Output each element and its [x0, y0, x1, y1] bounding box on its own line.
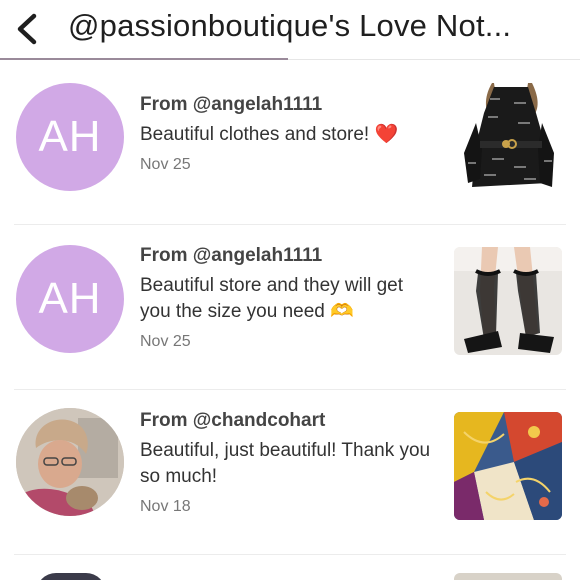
page-title: @passionboutique's Love Not...	[68, 8, 512, 43]
love-note-item[interactable]: AH From @angelah1111 Beautiful store and…	[0, 225, 580, 390]
note-author[interactable]: From @angelah1111	[140, 243, 436, 269]
avatar[interactable]: AH	[16, 245, 124, 353]
note-text: From @chandcohart Beautiful, just beauti…	[140, 408, 436, 518]
stockings-photo	[454, 247, 562, 355]
listing-thumbnail[interactable]	[454, 412, 562, 520]
avatar-photo	[16, 408, 124, 516]
love-note-item[interactable]: AH From @angelah1111 Beautiful clothes a…	[0, 60, 580, 225]
dress-photo	[454, 83, 562, 191]
listing-thumbnail[interactable]	[454, 247, 562, 355]
note-date: Nov 25	[140, 156, 191, 173]
note-date: Nov 18	[140, 498, 191, 515]
note-message: Beautiful clothes and store! ❤️	[140, 124, 399, 145]
back-button[interactable]	[12, 10, 44, 48]
note-author[interactable]: From @chandcohart	[140, 408, 436, 434]
note-date: Nov 25	[140, 333, 191, 350]
chevron-left-icon	[17, 13, 37, 45]
scarves-photo	[454, 412, 562, 520]
header-bar: @passionboutique's Love Not...	[0, 0, 580, 60]
listing-thumbnail[interactable]	[454, 573, 562, 580]
listing-thumbnail[interactable]	[454, 83, 562, 191]
note-author[interactable]: From @angelah1111	[140, 92, 436, 118]
note-message: Beautiful store and they will get you th…	[140, 275, 403, 322]
avatar[interactable]	[36, 573, 106, 580]
note-text: From @angelah1111 Beautiful store and th…	[140, 243, 436, 353]
avatar[interactable]	[16, 408, 124, 516]
avatar-initials: AH	[38, 274, 102, 323]
love-note-item[interactable]: From @chandcohart Beautiful, just beauti…	[0, 390, 580, 555]
divider	[14, 554, 566, 555]
avatar[interactable]: AH	[16, 83, 124, 191]
note-text: From @angelah1111 Beautiful clothes and …	[140, 92, 436, 176]
note-message: Beautiful, just beautiful! Thank you so …	[140, 440, 431, 487]
avatar-initials: AH	[38, 112, 102, 161]
